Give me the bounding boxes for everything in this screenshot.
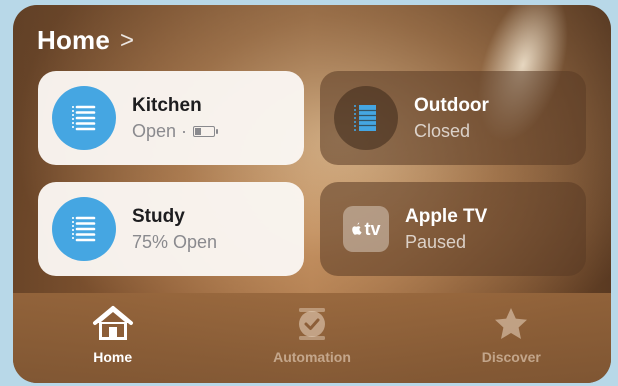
- page-title: Home: [37, 25, 111, 55]
- accessory-tile-kitchen[interactable]: Kitchen Open ·: [38, 71, 304, 165]
- star-icon: [495, 308, 528, 339]
- apple-tv-icon-text: tv: [364, 218, 381, 239]
- accessory-tile-study[interactable]: Study 75% Open: [38, 182, 304, 276]
- tab-label: Home: [93, 349, 133, 365]
- accessory-name: Outdoor: [414, 94, 489, 116]
- apple-tv-icon: tv: [343, 206, 389, 252]
- accessory-name: Study: [132, 205, 185, 227]
- tab-bar: Home Automation Discover: [13, 293, 611, 383]
- blinds-closed-icon: [334, 86, 398, 150]
- low-battery-icon: [193, 125, 219, 137]
- tab-home[interactable]: Home: [13, 293, 212, 383]
- accessory-name: Apple TV: [405, 205, 488, 227]
- home-header[interactable]: Home >: [37, 25, 134, 56]
- tab-automation[interactable]: Automation: [212, 293, 411, 383]
- accessory-status: Paused: [405, 231, 467, 252]
- chevron-right-icon: >: [120, 26, 135, 54]
- tab-label: Discover: [481, 349, 541, 365]
- home-app-screen: Home > Kitchen Open · Outdoor Closed Stu…: [13, 5, 611, 383]
- accessory-status: Closed: [414, 120, 471, 141]
- blinds-icon: [52, 197, 116, 261]
- blinds-icon: [52, 86, 116, 150]
- tab-label: Automation: [273, 349, 351, 365]
- automation-clock-icon: [298, 308, 325, 340]
- accessory-status-text: Open ·: [132, 120, 188, 141]
- accessory-status: Open ·: [132, 120, 219, 142]
- accessory-tile-apple-tv[interactable]: tv Apple TV Paused: [320, 182, 586, 276]
- accessory-status: 75% Open: [132, 231, 218, 252]
- home-icon: [92, 306, 133, 340]
- tab-discover[interactable]: Discover: [412, 293, 611, 383]
- accessory-name: Kitchen: [132, 94, 202, 116]
- accessory-tile-outdoor[interactable]: Outdoor Closed: [320, 71, 586, 165]
